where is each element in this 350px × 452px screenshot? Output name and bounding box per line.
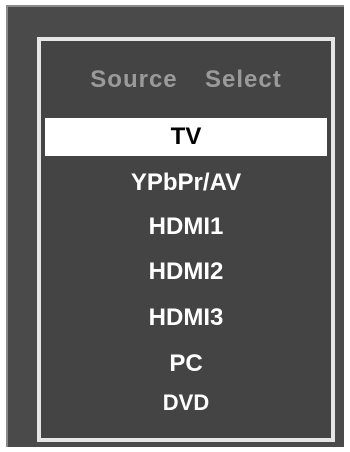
source-item-dvd[interactable]: DVD [45, 388, 327, 418]
source-item-tv[interactable]: TV [45, 118, 327, 156]
source-item-ypbpr-av[interactable]: YPbPr/AV [45, 168, 327, 198]
source-item-pc[interactable]: PC [45, 349, 327, 379]
source-item-hdmi1[interactable]: HDMI1 [45, 212, 327, 242]
source-select-menu: Source Select TV YPbPr/AV HDMI1 HDMI2 HD… [37, 37, 335, 442]
menu-title: Source Select [90, 66, 282, 93]
source-item-hdmi2[interactable]: HDMI2 [45, 257, 327, 287]
tv-screen: Source Select TV YPbPr/AV HDMI1 HDMI2 HD… [6, 5, 344, 447]
source-item-hdmi3[interactable]: HDMI3 [45, 303, 327, 333]
